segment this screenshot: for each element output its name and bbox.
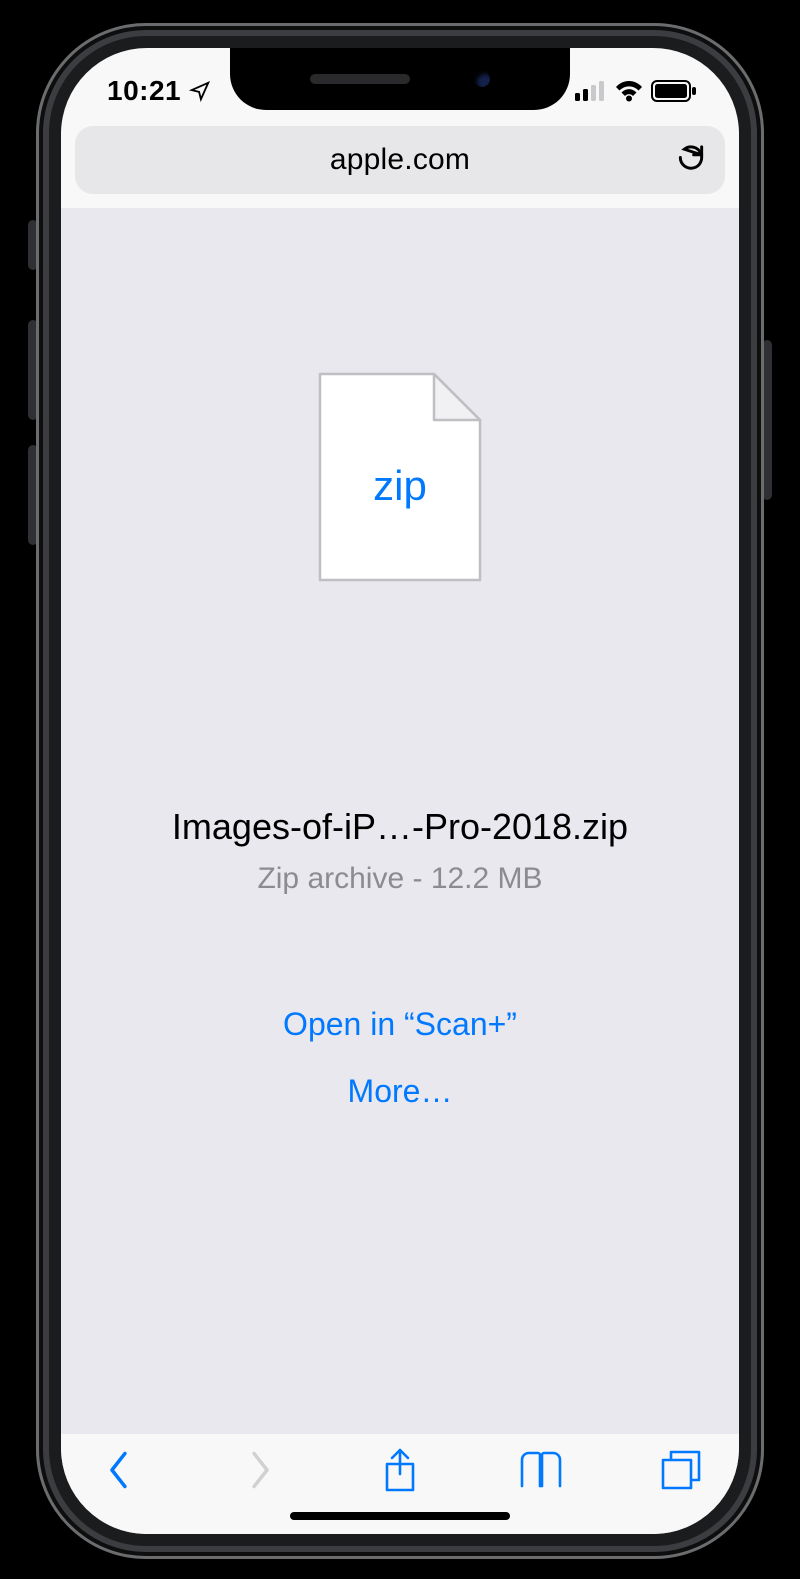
reload-icon[interactable] [675,142,707,179]
more-button[interactable]: More… [348,1073,453,1110]
notch [230,48,570,110]
battery-icon [651,80,697,102]
download-preview: zip Images-of-iP…-Pro-2018.zip Zip archi… [61,208,739,1434]
device-frame: 10:21 [36,23,764,1559]
back-button[interactable] [91,1442,147,1498]
file-icon: zip [314,368,486,586]
forward-button [232,1442,288,1498]
address-bar[interactable]: apple.com [75,126,725,194]
home-indicator[interactable] [290,1512,510,1520]
status-time: 10:21 [107,75,181,107]
location-icon [189,80,211,102]
file-name: Images-of-iP…-Pro-2018.zip [158,806,642,848]
screen: 10:21 [61,48,739,1534]
speaker-grille [310,74,410,84]
address-domain: apple.com [330,143,470,177]
file-meta: Zip archive - 12.2 MB [257,862,542,896]
tabs-button[interactable] [653,1442,709,1498]
bookmarks-button[interactable] [513,1442,569,1498]
cellular-signal-icon [575,81,607,101]
open-in-button[interactable]: Open in “Scan+” [283,1006,517,1043]
front-camera [474,71,490,87]
wifi-icon [615,80,643,102]
file-extension-label: zip [314,462,486,510]
share-button[interactable] [372,1442,428,1498]
